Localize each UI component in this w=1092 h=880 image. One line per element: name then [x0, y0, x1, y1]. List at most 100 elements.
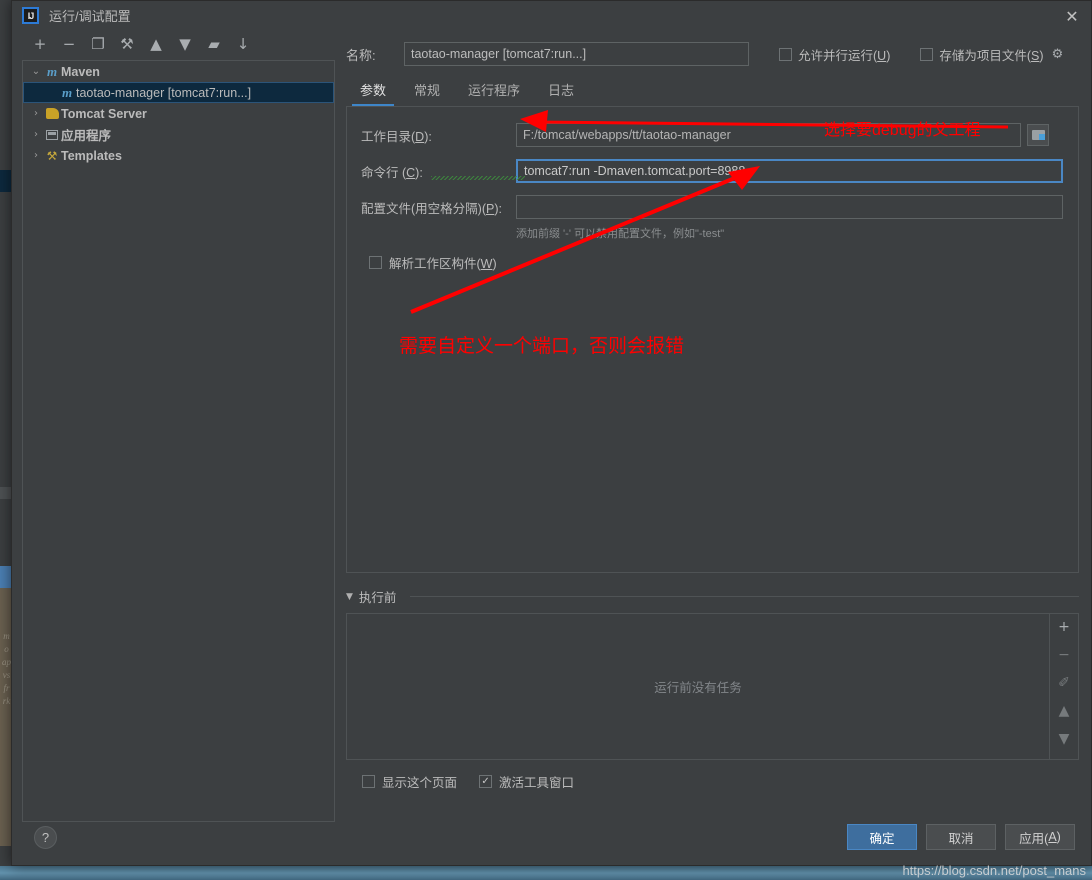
- apply-button[interactable]: 应用(A): [1005, 824, 1075, 850]
- remove-task-button[interactable]: −: [1055, 648, 1073, 662]
- tree-item-tomcat-server[interactable]: › Tomcat Server: [23, 103, 334, 124]
- before-launch-section: ▼ 执行前 运行前没有任务 + − ✐ ▲ ▼: [346, 587, 1079, 791]
- tab-parameters[interactable]: 参数: [346, 80, 400, 106]
- sort-configurations-button[interactable]: ↓: [233, 34, 253, 54]
- configuration-tabs: 参数 常规 运行程序 日志: [346, 76, 1079, 106]
- label-post: ):: [424, 130, 432, 144]
- maven-icon: m: [43, 64, 61, 80]
- move-up-button[interactable]: ▲: [146, 34, 166, 54]
- tab-logs[interactable]: 日志: [534, 80, 588, 106]
- label-mnemonic: A: [1048, 830, 1056, 844]
- tomcat-icon: [43, 108, 61, 119]
- tab-general[interactable]: 常规: [400, 80, 454, 106]
- before-launch-task-list[interactable]: 运行前没有任务 + − ✐ ▲ ▼: [346, 613, 1079, 760]
- chevron-right-icon[interactable]: ›: [29, 108, 43, 119]
- ok-button[interactable]: 确定: [847, 824, 917, 850]
- before-launch-empty-text: 运行前没有任务: [347, 614, 1049, 759]
- configuration-editor-pane: 名称: 允许并行运行(U) 存储为项目文件(S) ⚙ 参数 常规 运行程序 日志: [338, 30, 1091, 820]
- chevron-down-icon[interactable]: ▼: [346, 592, 353, 602]
- configurations-pane: + − ❐ ⚒ ▲ ▼ ▰ ↓ ⌄ m Maven m: [12, 30, 338, 820]
- spellcheck-squiggle: [431, 176, 525, 180]
- browse-folder-icon[interactable]: [1027, 124, 1049, 146]
- store-as-project-file-label: 存储为项目文件(S): [939, 45, 1043, 64]
- close-icon[interactable]: ✕: [1061, 5, 1083, 27]
- label-post: ): [886, 49, 890, 63]
- resolve-workspace-artifacts-checkbox[interactable]: 解析工作区构件(W): [369, 253, 1064, 272]
- annotation-workdir-note: 选择要debug的父工程: [824, 116, 981, 140]
- before-launch-title: 执行前: [359, 587, 397, 606]
- wrench-icon: ⚒: [43, 149, 61, 163]
- profiles-hint: 添加前缀 '-' 可以禁用配置文件，例如"-test": [516, 225, 1064, 241]
- tree-item-templates[interactable]: › ⚒ Templates: [23, 145, 334, 166]
- allow-parallel-run-label: 允许并行运行(U): [798, 45, 890, 64]
- show-this-page-label: 显示这个页面: [382, 772, 457, 791]
- label-mnemonic: U: [877, 49, 886, 63]
- label-post: ):: [415, 166, 423, 180]
- gear-icon[interactable]: ⚙: [1052, 47, 1064, 62]
- dialog-title: 运行/调试配置: [49, 6, 131, 25]
- tree-item-label: taotao-manager [tomcat7:run...]: [76, 86, 251, 100]
- label-mnemonic: D: [415, 130, 424, 144]
- label-post: ): [492, 257, 496, 271]
- tree-item-label: 应用程序: [61, 125, 111, 144]
- create-folder-button[interactable]: ▰: [204, 34, 224, 54]
- remove-configuration-button[interactable]: −: [59, 34, 79, 54]
- move-task-down-button[interactable]: ▼: [1055, 732, 1073, 746]
- tree-item-label: Templates: [61, 149, 122, 163]
- cancel-button[interactable]: 取消: [926, 824, 996, 850]
- chevron-down-icon[interactable]: ⌄: [29, 66, 43, 77]
- intellij-logo-icon: IJ: [22, 7, 39, 24]
- checkbox-box[interactable]: [362, 775, 375, 788]
- application-icon: [43, 130, 61, 140]
- before-launch-side-toolbar: + − ✐ ▲ ▼: [1049, 614, 1078, 759]
- label-post: ):: [494, 202, 502, 216]
- name-input[interactable]: [404, 42, 749, 66]
- dialog-titlebar: IJ 运行/调试配置 ✕: [12, 1, 1091, 30]
- help-icon[interactable]: ?: [34, 826, 57, 849]
- checkbox-box[interactable]: [479, 775, 492, 788]
- checkbox-box[interactable]: [369, 256, 382, 269]
- configurations-toolbar: + − ❐ ⚒ ▲ ▼ ▰ ↓: [22, 30, 338, 58]
- store-as-project-file-checkbox[interactable]: 存储为项目文件(S): [920, 45, 1043, 64]
- maven-icon: m: [58, 85, 76, 101]
- show-this-page-checkbox[interactable]: 显示这个页面: [362, 772, 457, 791]
- label-mnemonic: C: [406, 166, 415, 180]
- profiles-row: 配置文件(用空格分隔)(P):: [361, 195, 1064, 219]
- label-post: ): [1057, 830, 1061, 844]
- name-label: 名称:: [346, 45, 404, 64]
- label-mnemonic: W: [481, 257, 493, 271]
- label-pre: 配置文件(用空格分隔)(: [361, 202, 486, 216]
- configurations-tree[interactable]: ⌄ m Maven m taotao-manager [tomcat7:run.…: [22, 60, 335, 822]
- move-task-up-button[interactable]: ▲: [1055, 704, 1073, 718]
- working-directory-label: 工作目录(D):: [361, 126, 516, 145]
- chevron-right-icon[interactable]: ›: [29, 129, 43, 140]
- chevron-right-icon[interactable]: ›: [29, 150, 43, 161]
- edit-task-button[interactable]: ✐: [1055, 676, 1073, 690]
- dialog-body: + − ❐ ⚒ ▲ ▼ ▰ ↓ ⌄ m Maven m: [12, 30, 1091, 820]
- tree-item-maven[interactable]: ⌄ m Maven: [23, 61, 334, 82]
- activate-tool-window-checkbox[interactable]: 激活工具窗口: [479, 772, 574, 791]
- checkbox-box[interactable]: [920, 48, 933, 61]
- allow-parallel-run-checkbox[interactable]: 允许并行运行(U): [779, 45, 890, 64]
- add-configuration-button[interactable]: +: [30, 34, 50, 54]
- copy-configuration-button[interactable]: ❐: [88, 34, 108, 54]
- section-divider: [410, 596, 1079, 597]
- add-task-button[interactable]: +: [1055, 620, 1073, 634]
- move-down-button[interactable]: ▼: [175, 34, 195, 54]
- tab-runner[interactable]: 运行程序: [454, 80, 534, 106]
- command-line-row: 命令行 (C):: [361, 159, 1064, 183]
- label-pre: 存储为项目文件(: [939, 49, 1031, 63]
- checkbox-box[interactable]: [779, 48, 792, 61]
- dialog-action-buttons: 确定 取消 应用(A): [847, 824, 1075, 850]
- activate-tool-window-label: 激活工具窗口: [499, 772, 574, 791]
- tree-item-label: Maven: [61, 65, 100, 79]
- command-line-input[interactable]: [516, 159, 1063, 183]
- configuration-name-row: 名称: 允许并行运行(U) 存储为项目文件(S) ⚙: [346, 36, 1079, 72]
- before-launch-header[interactable]: ▼ 执行前: [346, 587, 1079, 606]
- profiles-input[interactable]: [516, 195, 1063, 219]
- before-launch-options-row: 显示这个页面 激活工具窗口: [354, 772, 1079, 791]
- tree-item-application[interactable]: › 应用程序: [23, 124, 334, 145]
- label-pre: 工作目录(: [361, 130, 415, 144]
- edit-templates-button[interactable]: ⚒: [117, 34, 137, 54]
- tree-item-taotao-manager[interactable]: m taotao-manager [tomcat7:run...]: [23, 82, 334, 103]
